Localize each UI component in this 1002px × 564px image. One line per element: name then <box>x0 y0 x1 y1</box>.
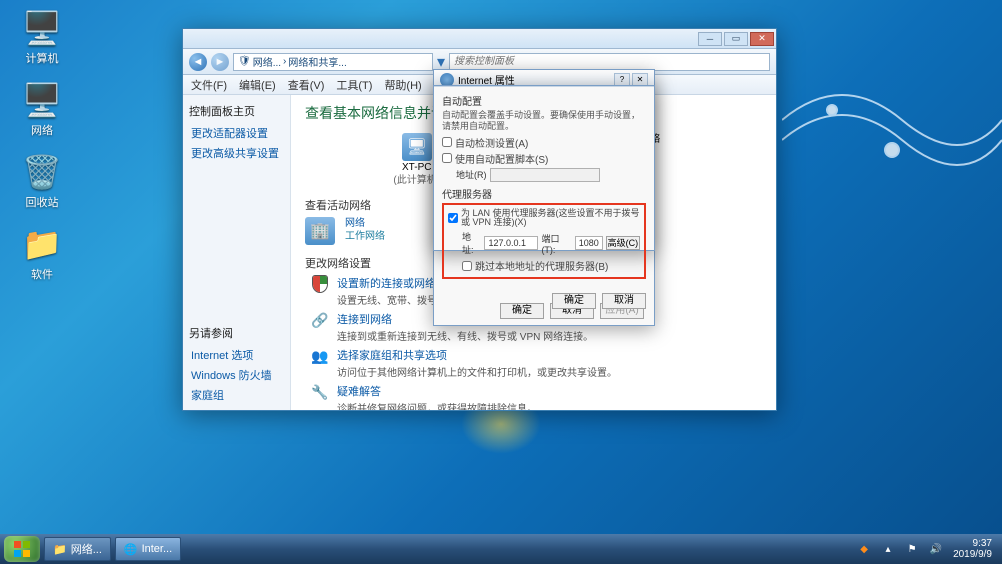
tray-sound-icon[interactable]: 🔊 <box>929 542 943 556</box>
desktop-icon-recycle[interactable]: 🗑️ 回收站 <box>12 152 72 210</box>
desktop-label: 回收站 <box>12 194 72 210</box>
menu-edit[interactable]: 编辑(E) <box>239 77 276 93</box>
sidebar-link-firewall[interactable]: Windows 防火墙 <box>191 367 284 383</box>
item-title[interactable]: 疑难解答 <box>337 383 537 399</box>
desktop-icon-network[interactable]: 🖥️ 网络 <box>12 80 72 138</box>
sidebar-link-internet-options[interactable]: Internet 选项 <box>191 347 284 363</box>
sidebar-link-homegroup[interactable]: 家庭组 <box>191 387 284 403</box>
addr-label: 地址: <box>462 230 481 256</box>
port-label: 端口(T): <box>541 232 571 255</box>
sidebar-head: 控制面板主页 <box>189 103 284 119</box>
sidebar-seealso-head: 另请参阅 <box>189 325 284 341</box>
computer-icon: 🖥️ <box>22 8 62 48</box>
proxy-highlight-frame: 为 LAN 使用代理服务器(这些设置不用于拨号或 VPN 连接)(X) 地址: … <box>442 203 646 280</box>
dialog-content: 自动配置 自动配置会覆盖手动设置。要确保使用手动设置，请禁用自动配置。 自动检测… <box>434 87 654 289</box>
homegroup-icon: 👥 <box>311 347 329 365</box>
tray-app-icon[interactable]: ◆ <box>857 542 871 556</box>
maximize-button[interactable]: ▭ <box>724 32 748 46</box>
item-desc: 访问位于其他网络计算机上的文件和打印机，或更改共享设置。 <box>337 364 617 379</box>
use-proxy-checkbox[interactable]: 为 LAN 使用代理服务器(这些设置不用于拨号或 VPN 连接)(X) <box>448 209 640 229</box>
recycle-icon: 🗑️ <box>22 152 62 192</box>
desktop-label: 计算机 <box>12 50 72 66</box>
network-glyph-icon: 🏢 <box>305 217 335 245</box>
sidebar-link-sharing[interactable]: 更改高级共享设置 <box>191 145 284 161</box>
menu-tools[interactable]: 工具(T) <box>336 77 372 93</box>
clock[interactable]: 9:37 2019/9/9 <box>953 538 992 560</box>
desktop-icon-computer[interactable]: 🖥️ 计算机 <box>12 8 72 66</box>
item-desc: 连接到或重新连接到无线、有线、拨号或 VPN 网络连接。 <box>337 328 593 343</box>
network-icon: 🖥️ <box>22 80 62 120</box>
proxy-group: 代理服务器 为 LAN 使用代理服务器(这些设置不用于拨号或 VPN 连接)(X… <box>442 186 646 280</box>
bypass-local-checkbox[interactable]: 跳过本地地址的代理服务器(B) <box>462 258 640 273</box>
autoscript-address-input <box>490 168 600 182</box>
active-name[interactable]: 网络 <box>345 217 385 230</box>
breadcrumb-a: 网络... <box>253 54 281 69</box>
desktop-icon-software[interactable]: 📁 软件 <box>12 224 72 282</box>
desktop-label: 网络 <box>12 122 72 138</box>
minimize-button[interactable]: ─ <box>698 32 722 46</box>
troubleshoot-icon: 🔧 <box>311 383 329 401</box>
ok-button[interactable]: 确定 <box>552 293 596 309</box>
breadcrumb-b: 网络和共享... <box>288 54 346 69</box>
folder-icon: 📁 <box>53 543 67 556</box>
autodetect-checkbox[interactable]: 自动检测设置(A) <box>442 135 646 150</box>
menu-file[interactable]: 文件(F) <box>191 77 227 93</box>
auto-head: 自动配置 <box>442 93 646 108</box>
proxy-head: 代理服务器 <box>442 186 646 201</box>
shield-icon <box>311 275 329 293</box>
autoscript-checkbox[interactable]: 使用自动配置脚本(S) <box>442 151 646 166</box>
item-homegroup: 👥 选择家庭组和共享选项 访问位于其他网络计算机上的文件和打印机，或更改共享设置… <box>311 347 762 379</box>
shield-small-icon: 🛡 <box>238 56 251 67</box>
cancel-button[interactable]: 取消 <box>602 293 646 309</box>
dialog-buttons: 确定 取消 <box>434 289 654 315</box>
taskbar-label: Inter... <box>142 543 173 555</box>
windows-logo-icon <box>13 540 31 558</box>
proxy-port-input[interactable] <box>575 236 603 250</box>
active-type[interactable]: 工作网络 <box>345 230 385 243</box>
back-button[interactable]: ◄ <box>189 53 207 71</box>
advanced-button[interactable]: 高级(C) <box>606 236 640 250</box>
sidebar: 控制面板主页 更改适配器设置 更改高级共享设置 另请参阅 Internet 选项… <box>183 95 291 410</box>
pc-icon: 🖥 <box>402 133 432 161</box>
auto-addr-label: 地址(R) <box>456 168 487 181</box>
item-troubleshoot: 🔧 疑难解答 诊断并修复网络问题，或获得故障排除信息。 <box>311 383 762 410</box>
titlebar: ─ ▭ ✕ <box>183 29 776 49</box>
menu-help[interactable]: 帮助(H) <box>384 77 421 93</box>
breadcrumb[interactable]: 🛡 网络... › 网络和共享... <box>233 53 433 71</box>
connect-icon: 🔗 <box>311 311 329 329</box>
tray-chevron-icon[interactable]: ▴ <box>881 542 895 556</box>
proxy-address-input[interactable] <box>484 236 538 250</box>
time: 9:37 <box>953 538 992 549</box>
taskbar-item-explorer[interactable]: 📁 网络... <box>44 537 111 561</box>
sidebar-link-adapter[interactable]: 更改适配器设置 <box>191 125 284 141</box>
menu-view[interactable]: 查看(V) <box>288 77 325 93</box>
close-button[interactable]: ✕ <box>750 32 774 46</box>
item-desc: 诊断并修复网络问题，或获得故障排除信息。 <box>337 400 537 410</box>
lan-settings-dialog: 局域网(LAN)设置 常规 安全 隐私 ✕ 自动配置 自动配置会覆盖手动设置。要… <box>433 85 655 251</box>
folder-icon: 📁 <box>22 224 62 264</box>
tray-flag-icon[interactable]: ⚑ <box>905 542 919 556</box>
auto-desc: 自动配置会覆盖手动设置。要确保使用手动设置，请禁用自动配置。 <box>442 110 646 132</box>
taskbar-label: 网络... <box>71 541 102 557</box>
forward-button[interactable]: ► <box>211 53 229 71</box>
search-input[interactable] <box>449 53 770 71</box>
taskbar-item-internet-properties[interactable]: 🌐 Inter... <box>115 537 181 561</box>
taskbar: 📁 网络... 🌐 Inter... ◆ ▴ ⚑ 🔊 9:37 2019/9/9 <box>0 534 1002 564</box>
internet-icon: 🌐 <box>124 543 138 556</box>
start-button[interactable] <box>4 536 40 562</box>
desktop-label: 软件 <box>12 266 72 282</box>
date: 2019/9/9 <box>953 549 992 560</box>
auto-config-group: 自动配置 自动配置会覆盖手动设置。要确保使用手动设置，请禁用自动配置。 自动检测… <box>442 93 646 182</box>
item-title[interactable]: 选择家庭组和共享选项 <box>337 347 617 363</box>
system-tray: ◆ ▴ ⚑ 🔊 9:37 2019/9/9 <box>857 538 998 560</box>
